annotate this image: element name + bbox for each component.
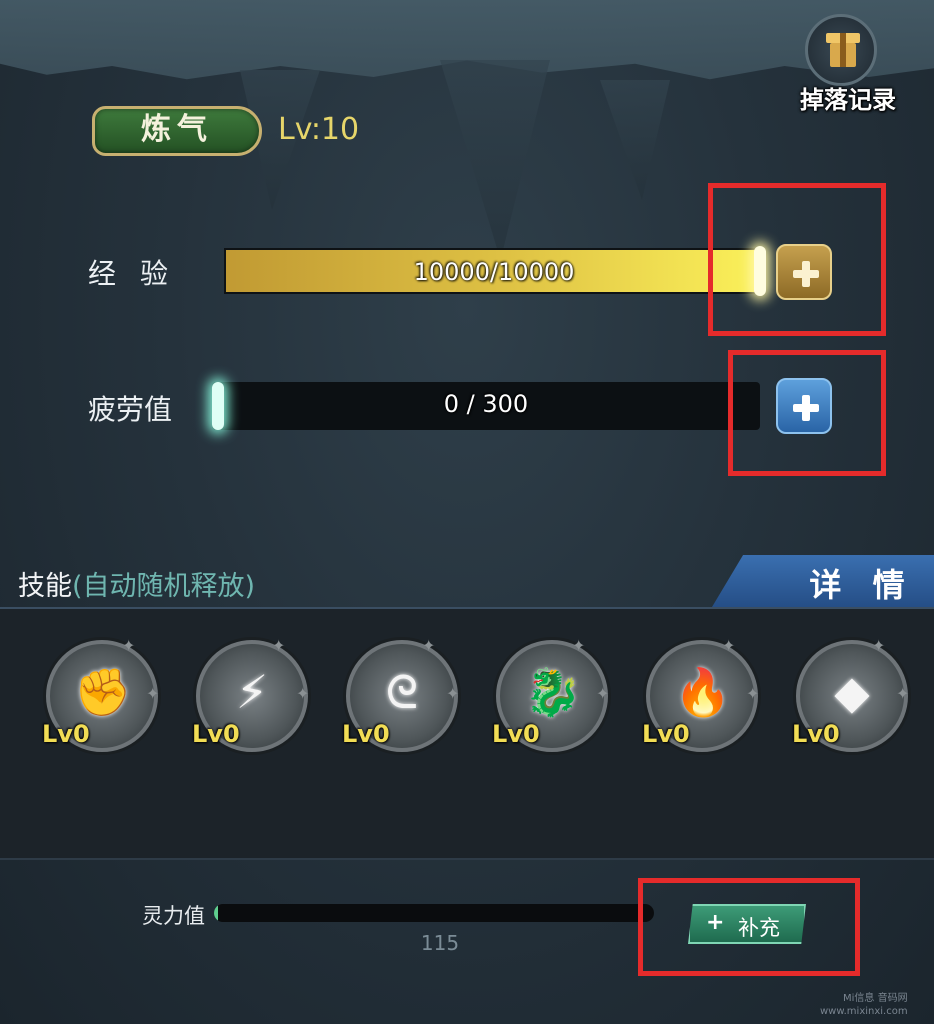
fist-icon: ✊ xyxy=(74,665,132,719)
skill-slot-dragon[interactable]: 🐉 ✦ ✦ Lv0 xyxy=(492,636,610,752)
star-icon: ✦ xyxy=(746,684,760,703)
dragon-icon: 🐉 xyxy=(524,665,582,719)
lightning-strike-icon: ⚡ xyxy=(235,665,269,719)
skill-level: Lv0 xyxy=(792,720,840,748)
spirit-fill xyxy=(214,904,219,922)
star-icon: ✦ xyxy=(896,684,910,703)
gift-box-icon xyxy=(805,14,877,86)
drop-record-button[interactable]: 掉落记录 xyxy=(796,14,900,114)
skill-details-button[interactable] xyxy=(712,555,934,607)
spirit-value: 115 xyxy=(420,931,460,955)
star-icon: ✦ xyxy=(272,636,286,655)
highlight-box-experience xyxy=(708,183,886,336)
star-icon: ✦ xyxy=(146,684,160,703)
skills-title: 技能(自动随机释放) xyxy=(18,564,255,603)
experience-label: 经验 xyxy=(88,257,193,290)
fatigue-label: 疲劳值 xyxy=(88,393,173,426)
experience-value: 10000/10000 xyxy=(413,258,575,286)
skill-slot-fist[interactable]: ✊ ✦ ✦ Lv0 xyxy=(42,636,160,752)
star-icon: ✦ xyxy=(422,636,436,655)
fatigue-bar: 0 / 300 xyxy=(212,382,760,430)
skills-title-text: 技能 xyxy=(18,571,72,602)
spirit-label: 灵力值 xyxy=(142,904,205,928)
drop-record-label: 掉落记录 xyxy=(800,86,896,114)
watermark: Mi信息 音码网 www.mixinxi.com xyxy=(820,992,908,1018)
star-icon: ✦ xyxy=(596,684,610,703)
skills-subtitle: (自动随机释放) xyxy=(72,571,256,602)
realm-badge: 炼气 xyxy=(92,106,262,156)
star-icon: ✦ xyxy=(722,636,736,655)
skill-level: Lv0 xyxy=(42,720,90,748)
spirit-bar xyxy=(214,904,654,922)
experience-bar: 10000/10000 xyxy=(224,246,766,296)
star-icon: ✦ xyxy=(872,636,886,655)
level-text: Lv:10 xyxy=(278,112,360,147)
skill-slot-lightning[interactable]: ⚡ ✦ ✦ Lv0 xyxy=(192,636,310,752)
watermark-line: www.mixinxi.com xyxy=(820,1006,908,1017)
skill-level: Lv0 xyxy=(492,720,540,748)
skill-slot-flame[interactable]: 🔥 ✦ ✦ Lv0 xyxy=(642,636,760,752)
skill-level: Lv0 xyxy=(342,720,390,748)
star-icon: ✦ xyxy=(572,636,586,655)
skill-slot-swirl[interactable]: ᘓ ✦ ✦ Lv0 xyxy=(342,636,460,752)
highlight-box-refill xyxy=(638,878,860,976)
divider xyxy=(0,858,934,860)
skill-slot-rock-burst[interactable]: ◆ ✦ ✦ Lv0 xyxy=(792,636,910,752)
star-icon: ✦ xyxy=(122,636,136,655)
flame-icon: 🔥 xyxy=(674,665,732,719)
skill-level: Lv0 xyxy=(192,720,240,748)
swirl-icon: ᘓ xyxy=(385,665,419,719)
watermark-line: Mi信息 音码网 xyxy=(843,993,908,1004)
star-icon: ✦ xyxy=(446,684,460,703)
fatigue-value: 0 / 300 xyxy=(443,390,529,418)
skill-level: Lv0 xyxy=(642,720,690,748)
highlight-box-fatigue xyxy=(728,350,886,476)
star-icon: ✦ xyxy=(296,684,310,703)
rock-burst-icon: ◆ xyxy=(834,665,870,719)
